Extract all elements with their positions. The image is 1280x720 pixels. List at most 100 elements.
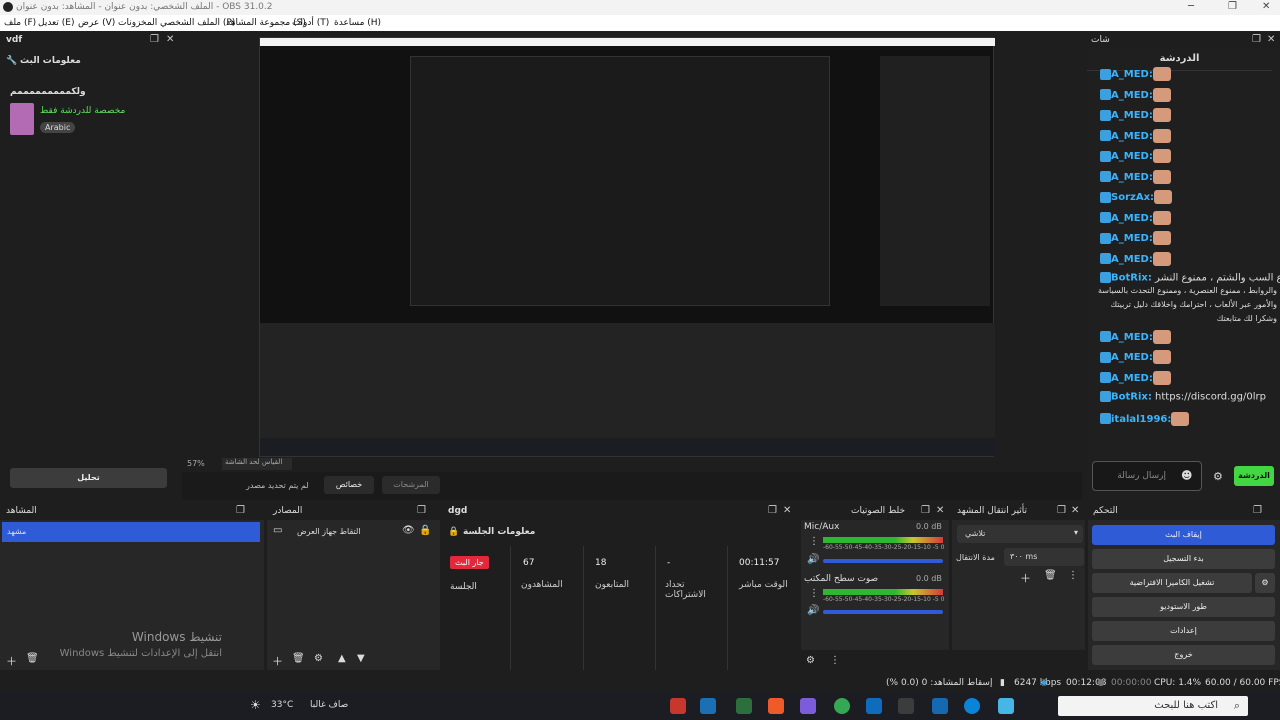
dgd-close-icon[interactable]: ✕ [783,505,791,516]
move-up-icon[interactable]: ▲ [338,653,346,664]
close-dock-icon[interactable]: ✕ [166,34,174,45]
dgd-undock-icon[interactable]: ❐ [768,505,777,516]
transitions-close-icon[interactable]: ✕ [1071,505,1079,516]
chat-close-icon[interactable]: ✕ [1267,34,1275,45]
edit-stream-info-button[interactable]: تحليل [10,468,167,488]
add-scene-icon[interactable]: ＋ [6,653,17,669]
emote-icon [1152,67,1171,81]
controls-header: التحكم ❐ [1088,503,1280,519]
cpu-usage: CPU: 1.4% [1154,678,1202,688]
source-item[interactable]: ▭ التقاط جهاز العرض 👁 🔒 [267,522,440,542]
excel-icon[interactable] [736,698,752,714]
weather-icon: ☀ [250,698,261,712]
app-icon-2[interactable] [800,698,816,714]
taskbar-search[interactable]: اكتب هنا للبحث ⌕ [1058,696,1248,716]
mic-db: 0.0 dB [916,522,942,531]
app-icon-1[interactable] [670,698,686,714]
mic-speaker-icon[interactable]: 🔊 [807,554,819,565]
source-settings-icon[interactable]: ⚙ [314,653,323,664]
menu-profile[interactable]: الملف الشخصي (P) [160,18,235,28]
mixer-undock-icon[interactable]: ❐ [921,505,930,516]
sources-undock-icon[interactable]: ❐ [417,505,426,516]
undock-icon[interactable]: ❐ [150,34,159,45]
watermark-line2: انتقل إلى الإعدادات لتنشيط Windows [59,648,222,659]
transition-select[interactable]: تلاشي ▾ [957,525,1083,543]
outlook-icon[interactable] [866,698,882,714]
preview-canvas[interactable] [259,37,995,457]
controls-undock-icon[interactable]: ❐ [1253,505,1262,516]
app-icon-3[interactable] [998,698,1014,714]
category-thumbnail [10,103,34,135]
exit-button[interactable]: خروج [1092,645,1275,665]
stop-stream-button[interactable]: إيقاف البث [1092,525,1275,545]
properties-button[interactable]: خصائص [324,476,374,494]
maximize-icon[interactable]: ❐ [1228,1,1237,12]
chat-message: A_MED: [1097,149,1175,165]
desktop-volume-slider[interactable] [823,610,943,614]
transition-menu-icon[interactable]: ⋮ [1068,570,1078,581]
desktop-speaker-icon[interactable]: 🔊 [807,605,819,616]
badge-icon [1100,150,1111,162]
mixer-menu-icon[interactable]: ⋮ [830,655,840,666]
scenes-undock-icon[interactable]: ❐ [236,505,245,516]
menu-file[interactable]: ملف (F) [4,18,36,28]
obs-taskbar-icon[interactable] [898,698,914,714]
add-source-icon[interactable]: ＋ [272,653,283,669]
lock-icon: 🔒 [448,527,460,537]
badge-icon [1100,109,1111,121]
badge-icon [1100,372,1111,383]
eye-icon[interactable]: 👁 [402,525,415,536]
steam-icon[interactable] [700,698,716,714]
minimize-icon[interactable]: ─ [1188,1,1194,12]
transitions-undock-icon[interactable]: ❐ [1057,505,1066,516]
close-icon[interactable]: ✕ [1262,1,1270,12]
fit-dropdown[interactable]: القياس لحد الشاشة [222,458,292,470]
menu-docks[interactable]: المخزونات [118,18,157,28]
chat-settings-icon[interactable]: ⚙ [1213,470,1223,483]
filters-button[interactable]: المرشحات [382,476,440,494]
emote-icon [1152,231,1171,245]
duration-input[interactable]: ٣٠٠ ms [1004,548,1084,566]
scenes-panel: مشهد تنشيط Windows انتقل إلى الإعدادات ل… [0,520,264,670]
chrome-icon[interactable] [834,698,850,714]
remove-scene-icon[interactable]: 🗑 [26,653,39,664]
badge-icon [1100,68,1111,80]
start-recording-button[interactable]: بدء التسجيل [1092,549,1275,569]
explorer-icon[interactable] [932,698,948,714]
chat-message: A_MED: [1097,251,1175,268]
brave-icon[interactable] [768,698,784,714]
chat-header: الدردشة [1159,53,1200,64]
chat-send-button[interactable]: الدردشة [1234,466,1274,486]
lock-icon[interactable]: 🔒 [419,525,431,536]
edge-icon[interactable] [964,698,980,714]
menu-edit[interactable]: تعديل (E) [38,18,74,28]
scenes-header: المشاهد ❐ [0,503,264,519]
studio-mode-button[interactable]: طور الاستوديو [1092,597,1275,617]
remove-transition-icon[interactable]: 🗑 [1044,570,1057,581]
mic-menu-icon[interactable]: ⋮ [809,536,819,547]
emoji-icon[interactable]: ☻ [1181,469,1192,482]
mixer-close-icon[interactable]: ✕ [936,505,944,516]
desktop-menu-icon[interactable]: ⋮ [809,588,819,599]
session-label: الجلسة [450,582,477,592]
title-bar: OBS 31.0.2 - الملف الشخصي: بدون عنوان - … [0,0,1280,15]
settings-button[interactable]: إعدادات [1092,621,1275,641]
menu-tools[interactable]: أدوات (T) [292,18,329,28]
virtual-camera-settings-icon[interactable]: ⚙ [1255,573,1275,593]
badge-icon [1100,413,1111,424]
chat-message: SorzAx: [1097,190,1176,206]
move-down-icon[interactable]: ▼ [357,653,365,664]
add-transition-icon[interactable]: ＋ [1020,570,1031,586]
chat-undock-icon[interactable]: ❐ [1252,34,1261,45]
menu-view[interactable]: عرض (V) [78,18,115,28]
virtual-camera-button[interactable]: تشغيل الكاميرا الافتراضية [1092,573,1252,593]
dgd-header: dgd ❐ ✕ [443,503,798,519]
chat-dock-header: شات ❐ ✕ [1087,32,1280,48]
mixer-settings-icon[interactable]: ⚙ [806,655,815,666]
mic-volume-slider[interactable] [823,559,943,563]
stream-info-panel: معلومات البث 🔧 ولكمممممممممم مخصصة للدرد… [0,50,178,500]
scene-item[interactable]: مشهد [2,522,260,542]
remove-source-icon[interactable]: 🗑 [292,653,305,664]
menu-help[interactable]: مساعدة (H) [334,18,381,28]
chat-input[interactable]: إرسال رسالة ☻ [1092,461,1202,491]
